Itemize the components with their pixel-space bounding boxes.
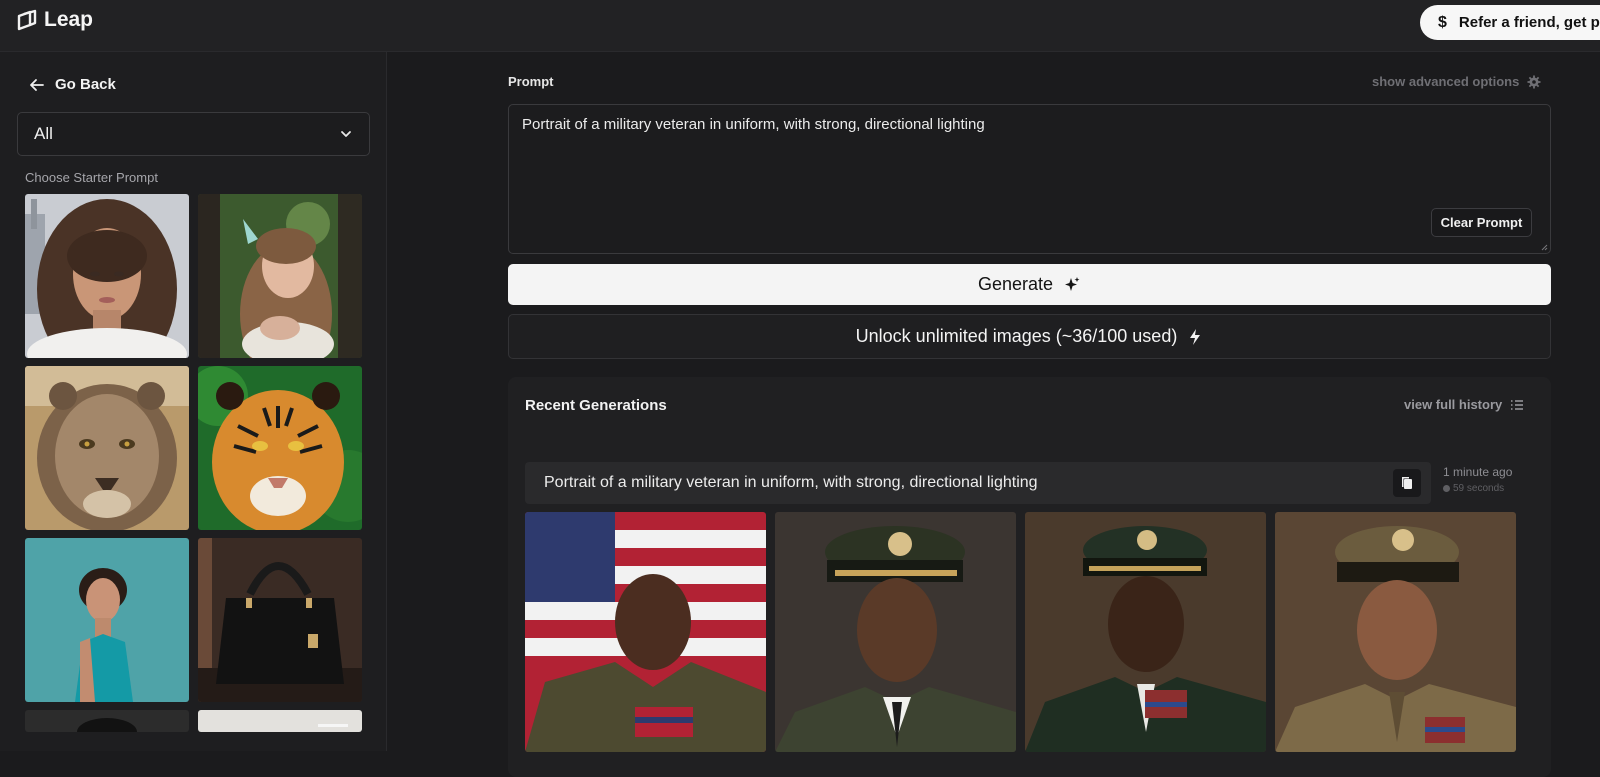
gear-icon <box>1527 75 1541 88</box>
starter-tiger[interactable] <box>198 366 362 530</box>
result-image-peaked-cap[interactable] <box>775 512 1016 752</box>
main-panel: Prompt show advanced options Portrait of… <box>388 52 1600 777</box>
starter-woman-portrait[interactable] <box>25 194 189 358</box>
sparkles-icon <box>1065 276 1080 291</box>
recent-generations-title: Recent Generations <box>525 397 667 414</box>
copy-icon <box>1402 477 1412 489</box>
unlock-unlimited-button[interactable]: Unlock unlimited images (~36/100 used) <box>508 314 1551 359</box>
unlock-label: Unlock unlimited images (~36/100 used) <box>855 326 1178 346</box>
starter-woman-teal-dress[interactable] <box>25 538 189 702</box>
refer-friend-button[interactable]: $ Refer a friend, get p <box>1420 5 1600 40</box>
category-select[interactable]: All <box>17 112 370 156</box>
generation-prompt-row: Portrait of a military veteran in unifor… <box>525 462 1431 504</box>
advanced-options-label: show advanced options <box>1372 74 1520 89</box>
sidebar: Go Back All Choose Starter Prompt <box>0 52 387 751</box>
resize-handle-icon[interactable] <box>1540 243 1548 251</box>
generation-time-ago: 1 minute ago <box>1443 465 1513 479</box>
starter-lioness[interactable] <box>25 366 189 530</box>
generation-prompt-text: Portrait of a military veteran in unifor… <box>544 474 1038 491</box>
chevron-down-icon <box>341 131 351 137</box>
view-full-history-label: view full history <box>1404 397 1503 412</box>
result-image-flag-veteran[interactable] <box>525 512 766 752</box>
starter-partial-portrait[interactable] <box>25 710 189 732</box>
result-image-dark-green-uniform[interactable] <box>1025 512 1266 752</box>
starter-prompt-heading: Choose Starter Prompt <box>25 170 158 185</box>
advanced-options-toggle[interactable]: show advanced options <box>1372 74 1541 89</box>
go-back-button[interactable]: Go Back <box>29 76 116 93</box>
app-name: Leap <box>44 8 94 31</box>
generate-button[interactable]: Generate <box>508 264 1551 305</box>
prompt-text: Portrait of a military veteran in unifor… <box>522 116 985 133</box>
generate-label: Generate <box>977 274 1054 294</box>
refer-friend-label: Refer a friend, get p <box>1458 14 1600 31</box>
leap-logo-icon <box>17 9 37 31</box>
clock-icon <box>1443 485 1450 492</box>
go-back-label: Go Back <box>55 76 116 93</box>
app-logo[interactable]: Leap <box>16 8 93 32</box>
view-full-history-link[interactable]: view full history <box>1404 397 1524 412</box>
copy-prompt-button[interactable] <box>1393 469 1421 497</box>
dollar-icon: $ <box>1438 13 1447 31</box>
starter-prompt-grid <box>25 194 362 732</box>
clear-prompt-button[interactable]: Clear Prompt <box>1431 208 1532 237</box>
prompt-textarea[interactable]: Portrait of a military veteran in unifor… <box>508 104 1551 254</box>
generation-duration-text: 59 seconds <box>1453 483 1505 494</box>
generation-results <box>525 512 1516 752</box>
generation-duration: 59 seconds <box>1443 483 1504 494</box>
starter-partial-interior[interactable] <box>198 710 362 732</box>
arrow-left-icon <box>30 78 44 91</box>
top-bar: Leap $ Refer a friend, get p <box>0 0 1600 52</box>
result-image-khaki-uniform[interactable] <box>1275 512 1516 752</box>
recent-generations-panel: Recent Generations view full history Por… <box>508 377 1551 777</box>
list-icon <box>1511 399 1524 410</box>
prompt-label: Prompt <box>508 74 554 89</box>
category-select-value: All <box>34 124 53 143</box>
starter-fairy-girl[interactable] <box>198 194 362 358</box>
lightning-icon <box>1190 328 1201 345</box>
starter-black-handbag[interactable] <box>198 538 362 702</box>
